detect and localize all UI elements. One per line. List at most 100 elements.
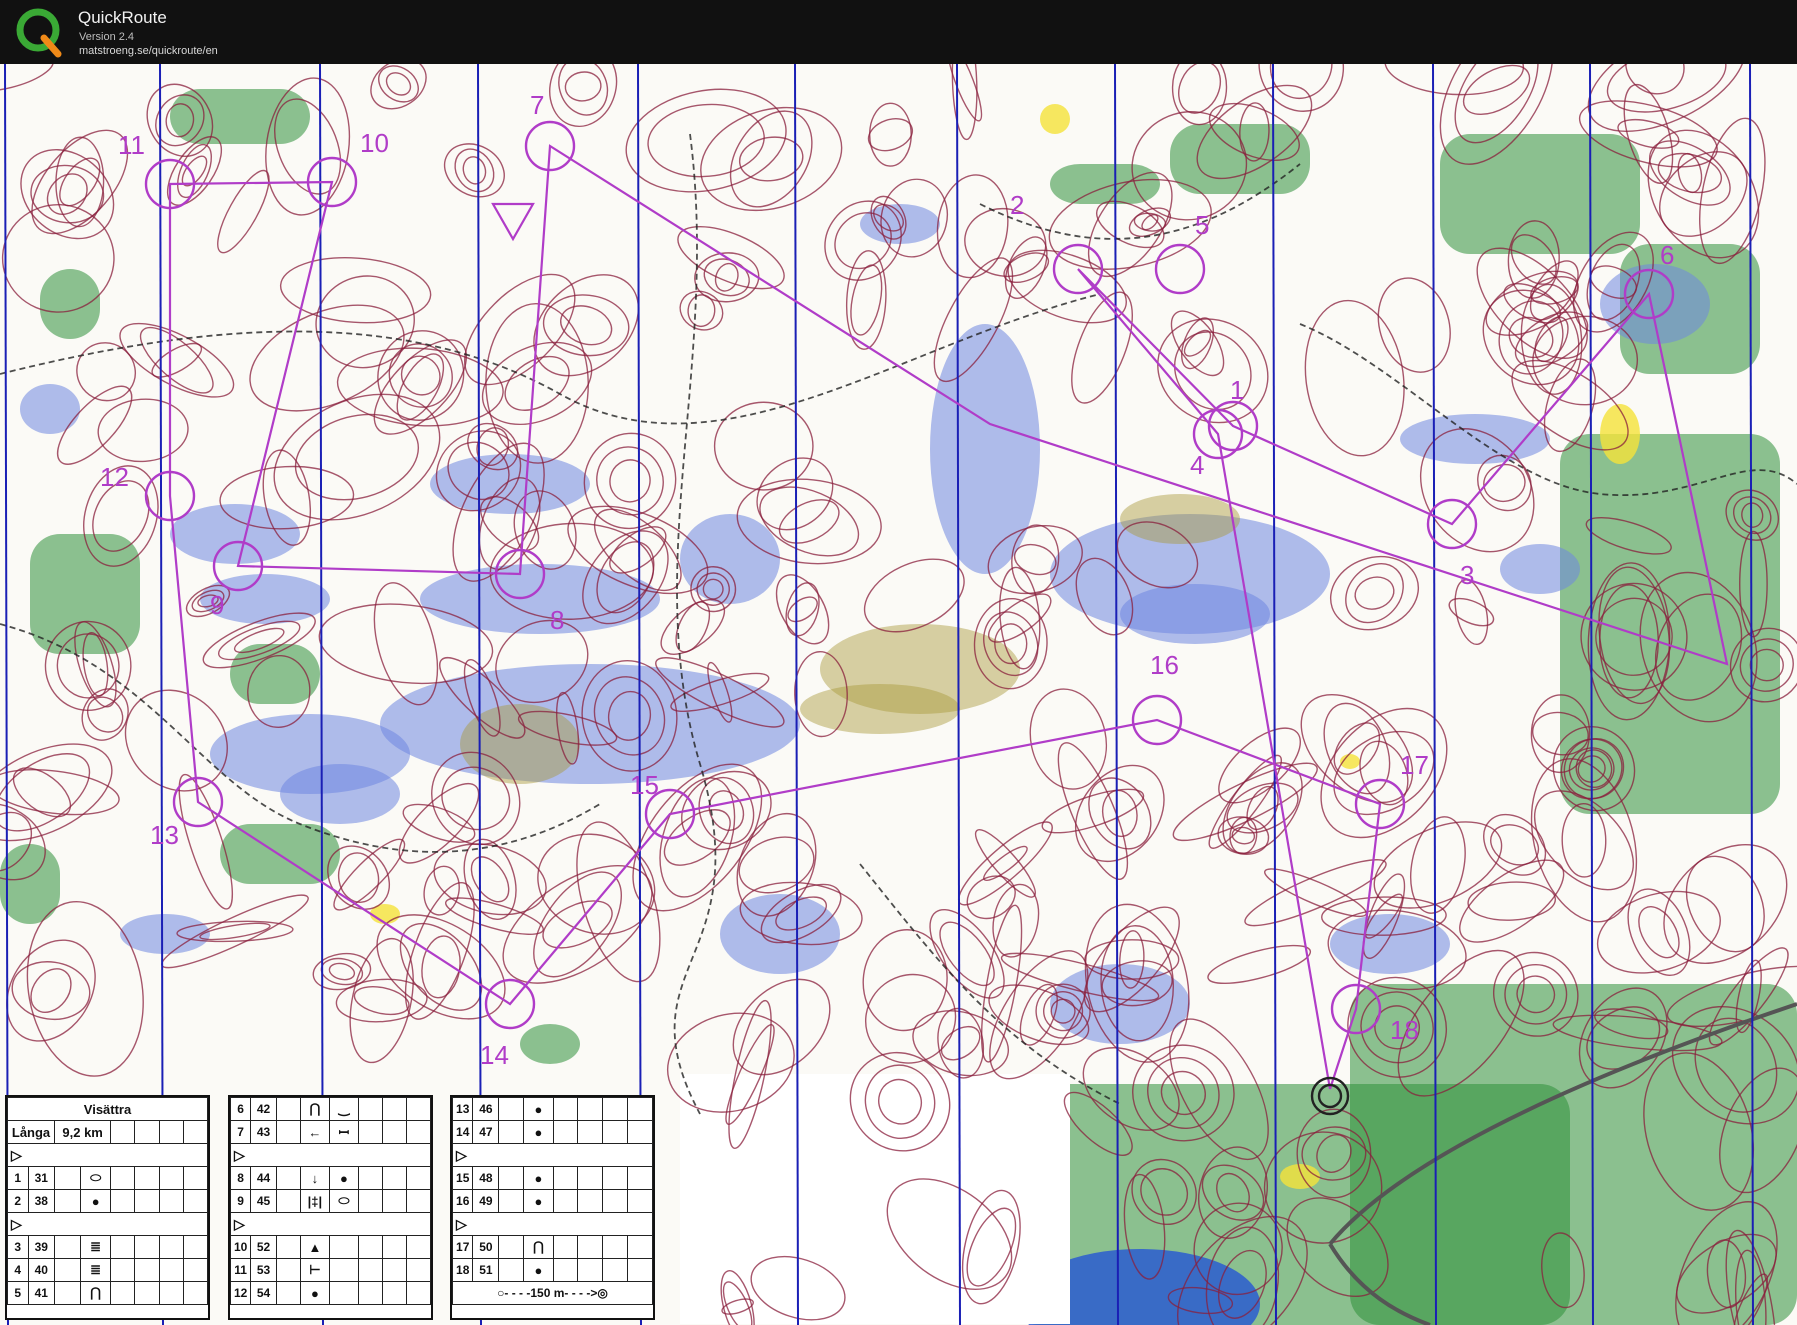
marsh-area bbox=[170, 504, 300, 564]
contour-line bbox=[1071, 291, 1133, 404]
contour-line bbox=[1459, 859, 1565, 943]
feature-symbol: ● bbox=[523, 1120, 554, 1144]
feature-symbol: ≣ bbox=[79, 1258, 112, 1282]
contour-line bbox=[443, 143, 505, 198]
open-land bbox=[1040, 104, 1070, 134]
marsh-area bbox=[120, 914, 210, 954]
contour-line bbox=[1207, 944, 1312, 985]
contour-line bbox=[119, 322, 235, 398]
leg-marker: ▷ bbox=[452, 1212, 653, 1236]
contour-line bbox=[176, 143, 213, 199]
contour-line bbox=[980, 904, 1023, 1063]
leg-marker: ▷ bbox=[230, 1212, 431, 1236]
leg-marker: ▷ bbox=[7, 1212, 208, 1236]
app-url-link[interactable]: matstroeng.se/quickroute/en bbox=[79, 45, 218, 57]
control-number-label: 10 bbox=[360, 128, 389, 158]
contour-line bbox=[312, 952, 372, 991]
contour-line bbox=[421, 935, 461, 999]
contour-line bbox=[1514, 311, 1589, 368]
feature-symbol: |‡| bbox=[299, 1189, 331, 1213]
app-title: QuickRoute bbox=[78, 8, 167, 27]
leg-marker: ▷ bbox=[452, 1143, 653, 1167]
contour-line bbox=[464, 273, 576, 386]
quickroute-logo-icon bbox=[16, 8, 62, 58]
orienteering-map[interactable]: 1 2 3 4 5 6 7 8 9 10 11 12 13 14 15 16 17 18 Visättra Lån… bbox=[0, 64, 1797, 1325]
control-row: 18 51 ● bbox=[451, 1258, 653, 1282]
contour-line bbox=[868, 102, 912, 167]
contour-line bbox=[713, 401, 814, 491]
control-description-column-3: 13 46 ● 14 47 ● ▷ 15 48 ● 16 49 ● ▷ 17 5… bbox=[450, 1095, 655, 1320]
contour-line bbox=[462, 156, 487, 185]
contour-line bbox=[542, 294, 630, 357]
feature-symbol: ← bbox=[299, 1120, 331, 1144]
feature-symbol: ● bbox=[523, 1166, 554, 1190]
course-length: 9,2 km bbox=[54, 1120, 112, 1144]
forest-area bbox=[40, 269, 100, 339]
course-name: Långa bbox=[6, 1120, 56, 1144]
marsh-area bbox=[420, 564, 660, 634]
contour-line bbox=[0, 64, 54, 92]
forest-area bbox=[1440, 134, 1640, 254]
contour-line bbox=[1345, 563, 1404, 624]
contour-line bbox=[423, 865, 460, 916]
contour-line bbox=[549, 64, 618, 128]
contour-line bbox=[1685, 855, 1765, 953]
contour-line bbox=[703, 258, 750, 297]
contour-line bbox=[1333, 730, 1435, 816]
control-number-label: 3 bbox=[1460, 560, 1474, 590]
start-marker: ▷ bbox=[7, 1143, 208, 1167]
contour-line bbox=[1483, 813, 1547, 876]
contour-line bbox=[824, 200, 902, 281]
contour-line bbox=[1333, 722, 1381, 775]
contour-line bbox=[377, 330, 465, 421]
feature-symbol: ● bbox=[79, 1189, 112, 1213]
contour-line bbox=[0, 753, 91, 832]
contour-line bbox=[1657, 152, 1723, 194]
feature-symbol: ⬭ bbox=[79, 1166, 112, 1190]
contour-line bbox=[951, 64, 978, 141]
control-number-label: 15 bbox=[630, 770, 659, 800]
contour-line bbox=[139, 326, 214, 394]
forest-area bbox=[520, 1024, 580, 1064]
control-row: 4 40 ≣ bbox=[7, 1258, 209, 1282]
map-margin bbox=[680, 1074, 1070, 1324]
contour-line bbox=[787, 596, 818, 623]
contour-line bbox=[647, 103, 765, 178]
feature-symbol: ● bbox=[329, 1166, 359, 1190]
contour-line bbox=[349, 937, 414, 1064]
contour-line bbox=[1258, 64, 1345, 112]
contour-line bbox=[738, 836, 815, 894]
forest-area bbox=[1050, 164, 1160, 204]
feature-symbol: ⋂ bbox=[523, 1235, 554, 1259]
contour-line bbox=[353, 986, 410, 1016]
control-row: 13 46 ● bbox=[451, 1097, 653, 1121]
marsh-area bbox=[20, 384, 80, 434]
contour-line bbox=[433, 843, 547, 916]
contour-line bbox=[1170, 310, 1225, 377]
feature-symbol: ≣ bbox=[79, 1235, 112, 1259]
contour-line bbox=[320, 957, 364, 986]
contour-line bbox=[1354, 576, 1395, 610]
feature-symbol: ● bbox=[299, 1281, 331, 1305]
forest-area bbox=[170, 89, 310, 144]
feature-symbol: ● bbox=[523, 1097, 554, 1121]
feature-symbol: ‿ bbox=[329, 1097, 359, 1121]
contour-line bbox=[1088, 777, 1152, 850]
control-number-label: 18 bbox=[1390, 1015, 1419, 1045]
finish-leg-distance: ○- - - -150 m- - - ->◎ bbox=[452, 1281, 653, 1305]
control-row: 16 49 ● bbox=[451, 1189, 653, 1213]
contour-line bbox=[1172, 762, 1318, 842]
contour-line bbox=[0, 743, 113, 842]
app-version: Version 2.4 bbox=[79, 31, 135, 43]
forest-area bbox=[30, 534, 140, 654]
control-row: 10 52 ▲ bbox=[229, 1235, 432, 1259]
contour-line bbox=[1467, 881, 1557, 921]
contour-line bbox=[700, 106, 843, 212]
control-row: 12 54 ● bbox=[229, 1281, 432, 1305]
control-number-label: 5 bbox=[1195, 210, 1209, 240]
contour-line bbox=[46, 173, 88, 215]
contour-line bbox=[1627, 888, 1691, 977]
marsh-area bbox=[720, 894, 840, 974]
feature-symbol: ⋂ bbox=[79, 1281, 112, 1305]
control-description-column-2: 6 42 ⋂ ‿ 7 43 ← ꟷ ▷ 8 44 ↓ ● 9 45 |‡| ⬭ … bbox=[228, 1095, 433, 1320]
